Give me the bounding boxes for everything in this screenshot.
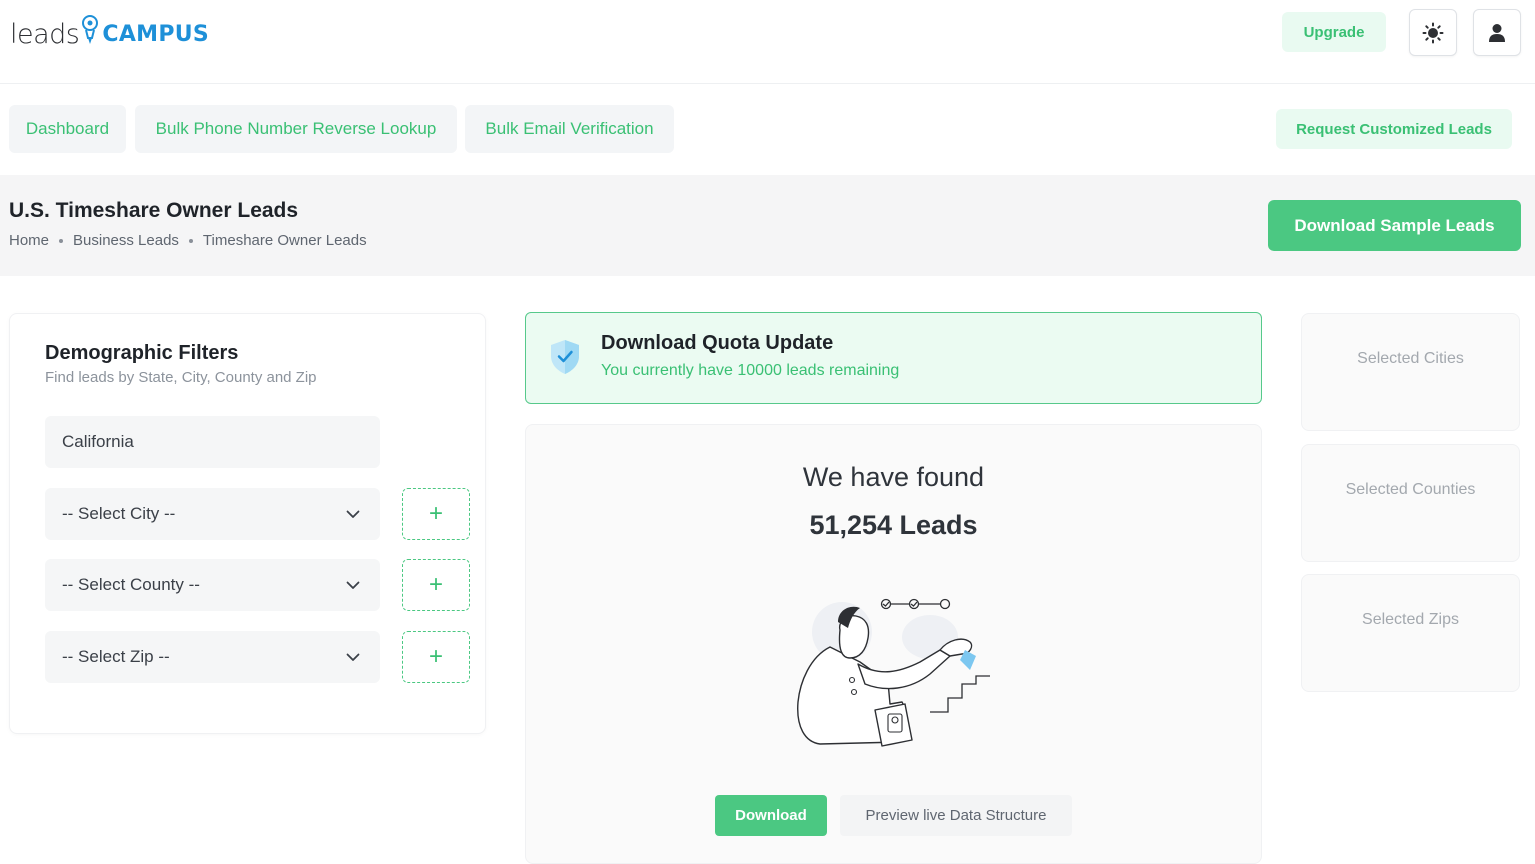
download-sample-leads-button[interactable]: Download Sample Leads (1268, 200, 1521, 251)
selected-counties-label: Selected Counties (1345, 481, 1476, 498)
breadcrumb: Home Business Leads Timeshare Owner Lead… (9, 232, 367, 249)
chevron-down-icon (346, 581, 360, 589)
quota-message: You currently have 10000 leads remaining (601, 362, 900, 379)
county-select-placeholder: -- Select County -- (62, 575, 200, 594)
nav-dashboard[interactable]: Dashboard (9, 105, 126, 153)
breadcrumb-home[interactable]: Home (9, 232, 49, 249)
logo-brand: CAMPUS (102, 21, 210, 47)
breadcrumb-separator (59, 238, 64, 243)
quota-title: Download Quota Update (601, 332, 834, 354)
selected-zips-box: Selected Zips (1301, 574, 1520, 692)
chevron-down-icon (346, 653, 360, 661)
zip-select-placeholder: -- Select Zip -- (62, 647, 170, 666)
logo-text: leads (10, 18, 80, 50)
leads-count: 51,254 Leads (809, 510, 978, 540)
add-zip-button[interactable]: + (402, 631, 470, 683)
page-title: U.S. Timeshare Owner Leads (9, 199, 299, 222)
download-button[interactable]: Download (715, 795, 827, 836)
nav-bulk-phone-lookup[interactable]: Bulk Phone Number Reverse Lookup (135, 105, 457, 153)
selected-zips-label: Selected Zips (1362, 611, 1459, 628)
filters-subtitle: Find leads by State, City, County and Zi… (45, 369, 317, 386)
user-icon (1489, 23, 1505, 42)
selected-cities-label: Selected Cities (1357, 350, 1464, 367)
theme-toggle-button[interactable] (1409, 9, 1457, 56)
preview-data-structure-button[interactable]: Preview live Data Structure (840, 795, 1072, 836)
upgrade-button[interactable]: Upgrade (1282, 12, 1386, 52)
breadcrumb-business-leads[interactable]: Business Leads (73, 232, 179, 249)
user-menu-button[interactable] (1473, 9, 1521, 56)
person-illustration (797, 598, 990, 747)
breadcrumb-separator (188, 238, 193, 243)
selected-counties-box: Selected Counties (1301, 444, 1520, 562)
add-city-button[interactable]: + (402, 488, 470, 540)
zip-select[interactable]: -- Select Zip -- (45, 631, 380, 683)
request-customized-leads-button[interactable]: Request Customized Leads (1276, 109, 1512, 149)
chevron-down-icon (346, 510, 360, 518)
logo[interactable]: leads CAMPUS (10, 14, 209, 54)
bulb-icon (82, 15, 99, 44)
add-county-button[interactable]: + (402, 559, 470, 611)
sun-icon (1422, 22, 1444, 43)
city-select-placeholder: -- Select City -- (62, 504, 176, 523)
breadcrumb-current: Timeshare Owner Leads (202, 232, 367, 249)
filters-title: Demographic Filters (45, 342, 239, 364)
selected-cities-box: Selected Cities (1301, 313, 1520, 431)
state-field[interactable]: California (45, 416, 380, 468)
county-select[interactable]: -- Select County -- (45, 559, 380, 611)
found-label: We have found (802, 462, 985, 492)
quota-alert (525, 312, 1262, 404)
city-select[interactable]: -- Select City -- (45, 488, 380, 540)
nav-bulk-email-verification[interactable]: Bulk Email Verification (465, 105, 674, 153)
shield-check-icon (551, 340, 579, 374)
